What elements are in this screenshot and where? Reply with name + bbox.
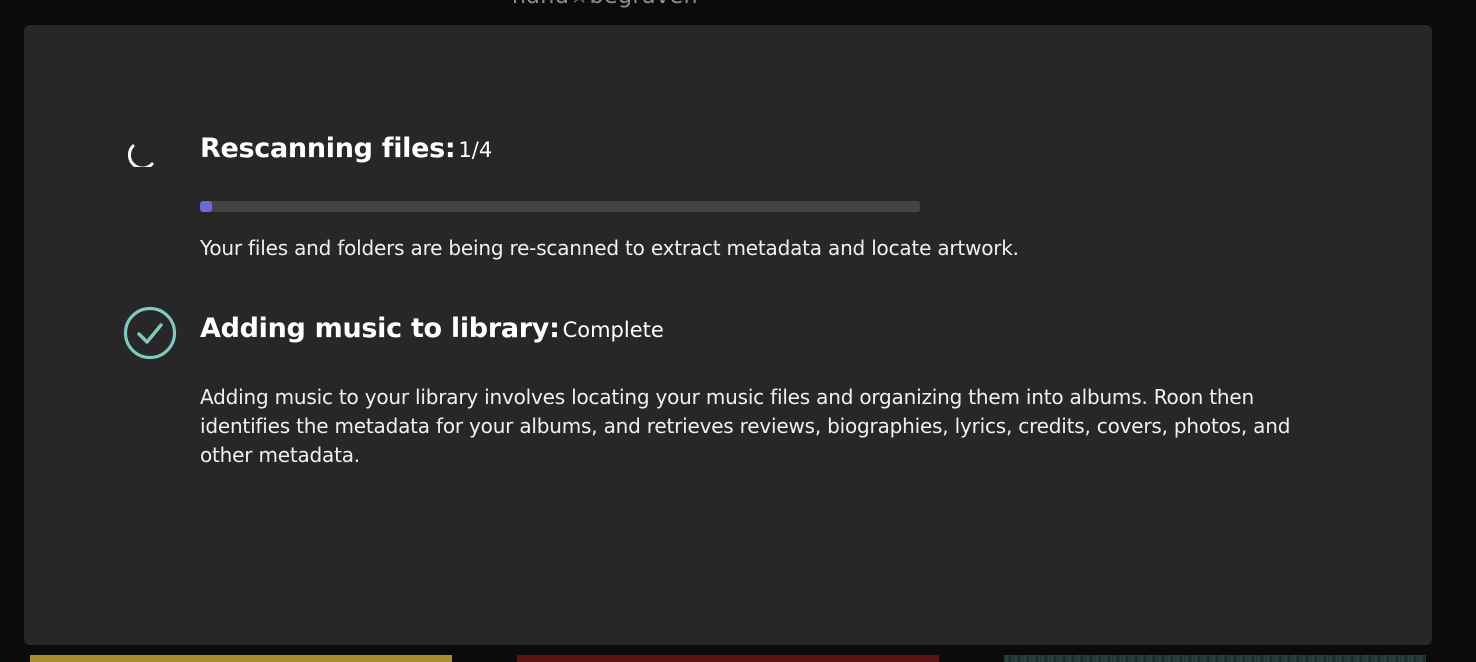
spinner-icon <box>128 144 154 167</box>
adding-music-status: Complete <box>562 318 664 342</box>
rescanning-files-status: 1/4 <box>458 138 493 162</box>
adding-music-label: Adding music to library: <box>200 313 560 344</box>
rescanning-files-description: Your files and folders are being re-scan… <box>200 236 1019 260</box>
background-album-tile <box>30 655 452 662</box>
adding-music-title: Adding music to library: Complete <box>200 313 664 344</box>
background-album-title: hand☆begraven <box>512 0 752 16</box>
background-album-tile <box>517 655 939 662</box>
rescanning-files-title: Rescanning files: 1/4 <box>200 133 492 164</box>
check-circle-icon <box>123 306 177 360</box>
rescan-progress-bar <box>200 201 920 212</box>
rescanning-files-label: Rescanning files: <box>200 133 456 164</box>
background-album-tile <box>1004 655 1426 662</box>
rescan-progress-fill <box>200 201 213 212</box>
adding-music-description: Adding music to your library involves lo… <box>200 385 1291 467</box>
library-progress-dialog: Rescanning files: 1/4 Your files and fold… <box>24 25 1432 645</box>
